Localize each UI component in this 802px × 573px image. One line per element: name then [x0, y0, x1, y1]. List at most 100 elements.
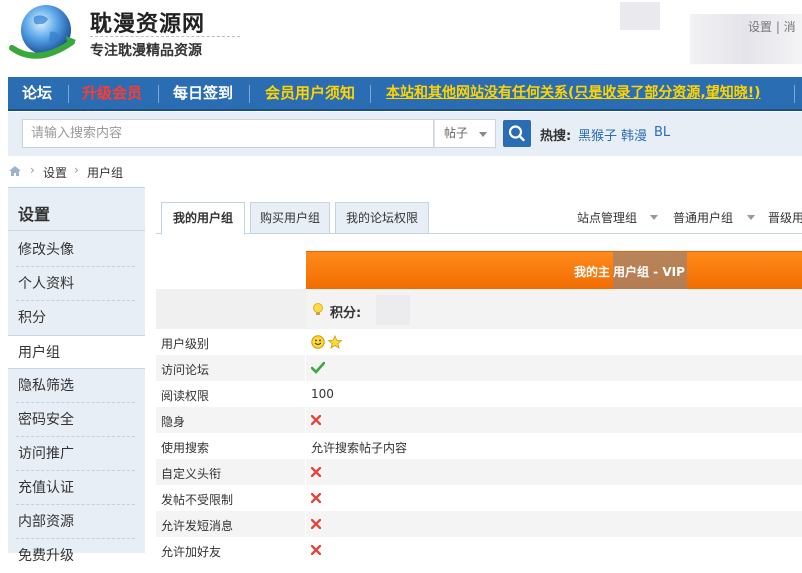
sidebar-item-profile[interactable]: 个人资料	[8, 267, 145, 301]
cell-divider	[305, 407, 306, 433]
search-icon	[508, 125, 525, 142]
home-icon[interactable]	[8, 165, 22, 177]
sidebar-item-password[interactable]: 密码安全	[8, 403, 145, 437]
table-row: 自定义头衔	[156, 459, 802, 485]
cross-icon	[311, 467, 321, 477]
sidebar-item-privacy[interactable]: 隐私筛选	[8, 369, 145, 403]
sidebar-item-free-upgrade[interactable]: 免费升级	[8, 539, 145, 573]
table-row: 发帖不受限制	[156, 485, 802, 511]
permission-value: 允许搜索帖子内容	[311, 441, 408, 455]
nav-divider	[370, 85, 371, 103]
permission-name: 访问论坛	[161, 363, 210, 377]
table-row: 用户级别	[156, 329, 802, 355]
sidebar-item-label: 访问推广	[18, 446, 74, 462]
cell-divider	[305, 355, 306, 381]
breadcrumb-settings[interactable]: 设置	[43, 164, 67, 181]
nav-item-disclaimer[interactable]: 本站和其他网站没有任何关系(只是收录了部分资源,望知晓!)	[386, 77, 761, 109]
main-content: 我的用户组 购买用户组 我的论坛权限 站点管理组 普通用户组 晋级用户组 我的主…	[145, 187, 802, 563]
permission-name: 使用搜索	[161, 441, 210, 455]
table-row: 访问论坛	[156, 355, 802, 381]
nav-divider	[249, 85, 250, 103]
hot-search-term[interactable]: BL	[654, 125, 670, 140]
tab-my-usergroup[interactable]: 我的用户组	[161, 202, 245, 235]
search-input[interactable]: 请输入搜索内容	[22, 119, 434, 148]
usergroup-banner: 我的主 用户组 - VIP	[306, 251, 802, 290]
nav-divider	[158, 85, 159, 103]
search-bar: 请输入搜索内容 帖子 热搜: 黑猴子 韩漫 BL	[8, 112, 802, 156]
settings-sidebar: 设置 修改头像 个人资料 积分 用户组 隐私筛选 密码安全 访问推广 充值认证 …	[8, 187, 145, 564]
sidebar-divider	[8, 230, 145, 231]
sidebar-item-label: 免费升级	[18, 548, 74, 564]
cross-icon	[311, 545, 321, 555]
dropdown-admin-groups[interactable]: 站点管理组	[577, 209, 637, 226]
search-scope-label: 帖子	[444, 126, 469, 140]
check-icon	[311, 362, 325, 374]
cross-icon	[311, 519, 321, 529]
lightbulb-icon	[313, 303, 323, 315]
credits-label: 积分:	[330, 306, 362, 321]
sidebar-item-usergroup[interactable]: 用户组	[8, 335, 145, 369]
chevron-down-icon	[650, 215, 658, 220]
search-scope-select[interactable]: 帖子	[434, 119, 496, 148]
nav-item-forum[interactable]: 论坛	[22, 77, 52, 109]
smile-star-icon	[311, 335, 343, 349]
nav-divider	[68, 85, 69, 103]
nav-item-upgrade[interactable]: 升级会员	[82, 77, 142, 109]
cell-divider	[305, 329, 306, 355]
cell-divider	[305, 511, 306, 537]
cell-divider	[305, 459, 306, 485]
cross-icon	[311, 415, 321, 425]
tab-buy-usergroup[interactable]: 购买用户组	[250, 202, 330, 234]
sidebar-item-label: 个人资料	[18, 276, 74, 292]
cross-icon	[311, 493, 321, 503]
credits-row-blank-cell	[156, 289, 306, 329]
permission-name: 自定义头衔	[161, 467, 222, 481]
permission-name: 阅读权限	[161, 389, 210, 403]
nav-item-checkin[interactable]: 每日签到	[173, 77, 233, 109]
sidebar-item-credits[interactable]: 积分	[8, 301, 145, 335]
permission-name: 允许发短消息	[161, 519, 234, 533]
cell-divider	[305, 537, 306, 563]
table-row: 允许发短消息	[156, 511, 802, 537]
top-settings-link[interactable]: 设置 | 消	[748, 18, 796, 35]
nav-item-member-notice[interactable]: 会员用户须知	[265, 77, 355, 109]
sidebar-item-promotion[interactable]: 访问推广	[8, 437, 145, 471]
sidebar-item-avatar[interactable]: 修改头像	[8, 233, 145, 267]
breadcrumb-separator: ›	[74, 163, 79, 177]
sidebar-item-internal[interactable]: 内部资源	[8, 505, 145, 539]
permission-name: 用户级别	[161, 337, 210, 351]
cell-divider	[305, 433, 306, 459]
sidebar-item-label: 用户组	[18, 345, 60, 361]
sidebar-item-label: 修改头像	[18, 242, 74, 258]
blurred-region	[376, 295, 410, 325]
table-row: 允许加好友	[156, 537, 802, 563]
site-title[interactable]: 耽漫资源网	[90, 6, 205, 38]
permission-name: 隐身	[161, 415, 186, 429]
hot-search-label: 热搜:	[540, 129, 572, 144]
breadcrumb-separator: ›	[30, 163, 35, 177]
nav-divider	[794, 85, 795, 103]
dropdown-promoted-groups[interactable]: 晋级用户组	[768, 209, 802, 226]
chevron-down-icon	[479, 132, 487, 137]
breadcrumb-usergroup[interactable]: 用户组	[87, 164, 123, 181]
hot-search-term[interactable]: 韩漫	[621, 125, 647, 144]
banner-text-left: 我的主	[574, 265, 611, 279]
globe-logo-icon[interactable]	[8, 2, 78, 66]
banner-text-right: 用户组 - VIP	[613, 265, 685, 279]
site-subtitle: 专注耽漫精品资源	[90, 43, 202, 59]
sidebar-title: 设置	[18, 205, 51, 224]
dropdown-normal-groups[interactable]: 普通用户组	[673, 209, 733, 226]
tab-forum-permissions[interactable]: 我的论坛权限	[335, 202, 429, 234]
blurred-region	[620, 2, 660, 30]
search-button[interactable]	[503, 120, 531, 147]
table-row: 隐身	[156, 407, 802, 433]
table-row: 阅读权限 100	[156, 381, 802, 407]
sidebar-item-label: 密码安全	[18, 412, 74, 428]
table-row: 使用搜索 允许搜索帖子内容	[156, 433, 802, 459]
sidebar-item-label: 隐私筛选	[18, 378, 74, 394]
sidebar-item-recharge[interactable]: 充值认证	[8, 471, 145, 505]
chevron-down-icon	[747, 215, 755, 220]
hot-search-term[interactable]: 黑猴子	[578, 125, 617, 144]
title-divider	[90, 36, 240, 37]
sidebar-item-label: 内部资源	[18, 514, 74, 530]
